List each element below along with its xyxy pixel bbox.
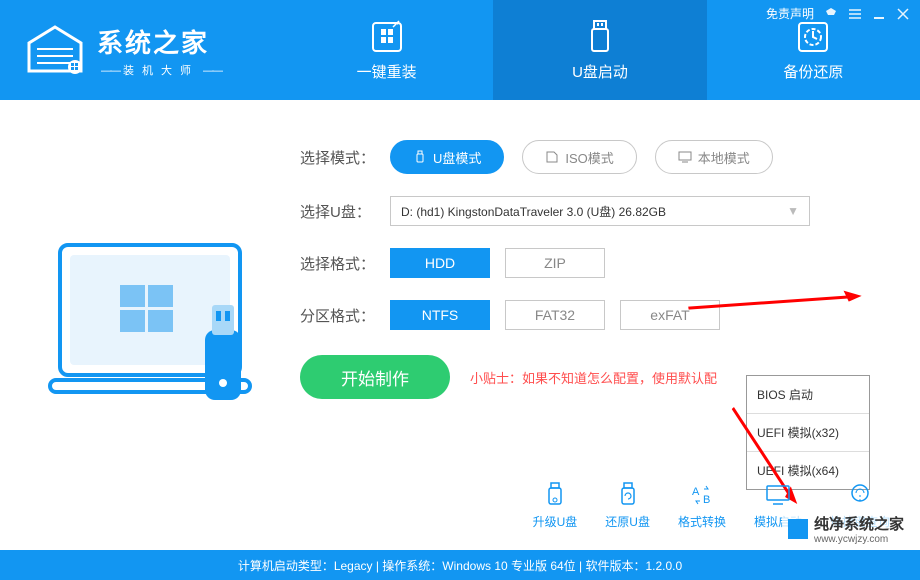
tab-reinstall[interactable]: 一键重装 (280, 0, 493, 100)
illustration (20, 130, 300, 540)
partition-ntfs[interactable]: NTFS (390, 300, 490, 330)
tab-usb-boot[interactable]: U盘启动 (493, 0, 706, 100)
logo: 系统之家 装机大师 (0, 0, 280, 100)
tip-text: 小贴士：如果不知道怎么配置，使用默认配 (470, 368, 717, 387)
window-controls: 免责声明 (766, 5, 910, 22)
chevron-down-icon: ▼ (787, 204, 799, 218)
tool-upgrade-usb[interactable]: 升级U盘 (533, 481, 578, 530)
logo-subtitle: 装机大师 (97, 62, 225, 78)
watermark-icon (788, 519, 808, 539)
boot-uefi32[interactable]: UEFI 模拟(x32) (747, 414, 869, 452)
usb-select[interactable]: D: (hd1) KingstonDataTraveler 3.0 (U盘) 2… (390, 196, 810, 226)
menu-icon[interactable] (848, 7, 862, 21)
logo-icon (25, 25, 85, 75)
mode-usb[interactable]: U盘模式 (390, 140, 504, 174)
format-label: 选择格式： (300, 253, 390, 274)
mode-iso[interactable]: ISO模式 (522, 140, 636, 174)
status-bar: 计算机启动类型：Legacy | 操作系统：Windows 10 专业版 64位… (0, 550, 920, 580)
boot-bios[interactable]: BIOS 启动 (747, 376, 869, 414)
backup-icon (795, 19, 831, 55)
watermark: 纯净系统之家 www.ycwjzy.com (782, 510, 910, 548)
hotkey-icon (846, 481, 874, 509)
reinstall-icon (369, 19, 405, 55)
svg-text:B: B (703, 494, 710, 506)
usb-icon (582, 19, 618, 55)
upgrade-icon (541, 481, 569, 509)
mode-local[interactable]: 本地模式 (655, 140, 773, 174)
mode-label: 选择模式： (300, 147, 390, 168)
boot-menu: BIOS 启动 UEFI 模拟(x32) UEFI 模拟(x64) (746, 375, 870, 490)
partition-exfat[interactable]: exFAT (620, 300, 720, 330)
partition-fat32[interactable]: FAT32 (505, 300, 605, 330)
format-zip[interactable]: ZIP (505, 248, 605, 278)
restore-icon (614, 481, 642, 509)
tool-restore-usb[interactable]: 还原U盘 (605, 481, 650, 530)
partition-label: 分区格式： (300, 305, 390, 326)
usb-small-icon (413, 150, 427, 164)
tool-format-convert[interactable]: AB 格式转换 (678, 481, 726, 530)
logo-title: 系统之家 (97, 23, 225, 60)
header: 系统之家 装机大师 一键重装 U盘启动 备份还原 免责声明 (0, 0, 920, 100)
format-hdd[interactable]: HDD (390, 248, 490, 278)
disclaimer-link[interactable]: 免责声明 (766, 5, 814, 22)
minimize-icon[interactable] (872, 7, 886, 21)
start-button[interactable]: 开始制作 (300, 355, 450, 399)
monitor-icon (678, 150, 692, 164)
convert-icon: AB (688, 481, 716, 509)
iso-icon (545, 150, 559, 164)
theme-icon[interactable] (824, 7, 838, 21)
close-icon[interactable] (896, 7, 910, 21)
svg-text:A: A (692, 486, 700, 498)
usb-label: 选择U盘： (300, 201, 390, 222)
simulate-icon (764, 481, 792, 509)
